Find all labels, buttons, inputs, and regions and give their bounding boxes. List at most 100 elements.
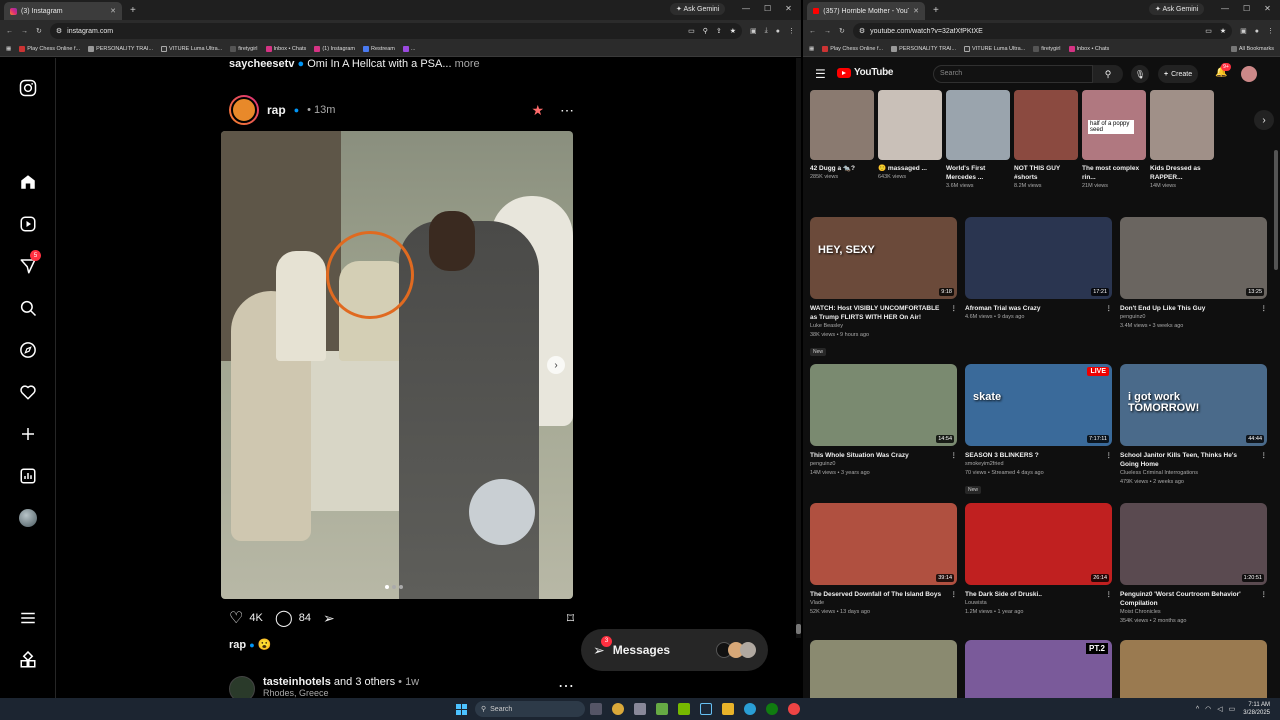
also-from-meta-icon[interactable] [18, 650, 38, 670]
wifi-icon[interactable]: ◠ [1205, 705, 1211, 713]
video-options-icon[interactable]: ⋮ [1106, 451, 1113, 460]
channel-name[interactable]: Vlade [810, 599, 957, 608]
post-options-icon[interactable]: ⋯ [558, 676, 574, 696]
video-options-icon[interactable]: ⋮ [1261, 304, 1268, 313]
short-title[interactable]: 🙂 massaged ... [878, 164, 942, 173]
short-thumbnail[interactable]: half of a poppy seed [1082, 90, 1146, 160]
video-card[interactable]: 39:14 The Deserved Downfall of The Island… [810, 503, 957, 626]
all-bookmarks[interactable]: All Bookmarks [1230, 46, 1274, 52]
tray-chevron-icon[interactable]: ^ [1196, 706, 1199, 713]
short-thumbnail[interactable] [878, 90, 942, 160]
video-title[interactable]: School Janitor Kills Teen, Thinks He's G… [1120, 451, 1267, 469]
video-options-icon[interactable]: ⋮ [1261, 451, 1268, 460]
video-card[interactable]: PT.2 [965, 640, 1112, 698]
clock[interactable]: 7:11 AM 3/28/2025 [1243, 701, 1270, 717]
channel-name[interactable]: penguinz0 [1120, 313, 1267, 322]
post-options-icon[interactable]: ⋯ [560, 102, 574, 119]
video-card[interactable]: HEY, SEXY 9:18 WATCH: Host VISIBLY UNCOMFO… [810, 217, 957, 358]
bookmark-item[interactable]: PERSONALITY TRAI... [88, 46, 153, 52]
shorts-next-arrow-icon[interactable]: › [1254, 110, 1274, 130]
explore-icon[interactable] [18, 340, 38, 360]
profile-icon[interactable]: ● [776, 28, 780, 35]
maximize-icon[interactable]: ☐ [1243, 4, 1250, 13]
channel-name[interactable]: smokeyim2fried [965, 460, 1112, 469]
video-title[interactable]: This Whole Situation Was Crazy ⋮ [810, 451, 957, 460]
reload-icon[interactable]: ↻ [839, 27, 845, 35]
video-card[interactable]: 14:54 This Whole Situation Was Crazy ⋮ peng… [810, 364, 957, 496]
more-menu-icon[interactable] [18, 608, 38, 628]
video-card[interactable]: skate LIVE 7:17:11 SEASON 3 BLINKERS ? ⋮ smok… [965, 364, 1112, 496]
taskbar-search[interactable]: ⚲ Search [475, 701, 585, 717]
direct-messages-icon[interactable]: 5 [18, 250, 41, 276]
short-thumbnail[interactable] [946, 90, 1010, 160]
close-window-icon[interactable]: ✕ [785, 4, 792, 13]
video-card[interactable]: 1:20:51 Penguinz0 'Worst Courtroom Behavi… [1120, 503, 1267, 626]
post-username[interactable]: rap [267, 103, 286, 117]
share-icon[interactable]: ⇪ [716, 27, 722, 35]
video-options-icon[interactable]: ⋮ [951, 304, 958, 313]
video-thumbnail[interactable]: 26:14 [965, 503, 1112, 585]
nvidia-icon[interactable] [678, 703, 690, 715]
apps-icon[interactable]: ▦ [809, 46, 814, 52]
url-field[interactable]: ⚙ instagram.com ▭ ⚲ ⇪ ★ [49, 23, 743, 39]
chrome-icon[interactable] [612, 703, 624, 715]
caption-username[interactable]: rap [229, 639, 246, 651]
video-title[interactable]: The Dark Side of Druski.. ⋮ [965, 590, 1112, 599]
notifications-bell-icon[interactable]: 🔔 9+ [1215, 63, 1231, 78]
ask-gemini-button[interactable]: ✦ Ask Gemini [670, 3, 726, 15]
video-thumbnail[interactable]: 1:20:51 [1120, 503, 1267, 585]
settings-icon[interactable] [634, 703, 646, 715]
video-thumbnail[interactable] [1120, 640, 1267, 698]
search-icon[interactable] [18, 298, 38, 318]
video-card[interactable]: 26:14 The Dark Side of Druski.. ⋮ Louwista 1… [965, 503, 1112, 626]
steam-icon[interactable] [700, 703, 712, 715]
prev-post-username[interactable]: saycheesetv [229, 58, 294, 70]
file-explorer-icon[interactable] [722, 703, 734, 715]
bookmark-item[interactable]: VITURE Luma Ultra... [964, 46, 1025, 52]
zoom-icon[interactable]: ⚲ [703, 27, 708, 35]
site-info-icon[interactable]: ⚙ [56, 27, 62, 35]
bookmark-item[interactable]: Inbox • Chats [1068, 46, 1109, 52]
video-thumbnail[interactable] [810, 640, 957, 698]
video-options-icon[interactable]: ⋮ [1106, 304, 1113, 313]
more-link[interactable]: more [455, 58, 480, 70]
video-thumbnail[interactable]: i got work TOMORROW! 44:44 [1120, 364, 1267, 446]
new-tab-button[interactable]: + [130, 5, 136, 16]
forward-icon[interactable]: → [824, 28, 831, 35]
short-title[interactable]: NOT THIS GUY #shorts [1014, 164, 1078, 182]
next-post-others[interactable]: and 3 others [334, 676, 395, 688]
scrollbar[interactable] [1274, 150, 1278, 270]
favorite-star-icon[interactable]: ★ [531, 102, 544, 119]
youtube-logo[interactable]: YouTube [837, 67, 894, 78]
bookmark-item[interactable]: Restream [363, 46, 395, 52]
xbox-icon[interactable] [766, 703, 778, 715]
apps-icon[interactable]: ▦ [6, 46, 11, 52]
hamburger-menu-icon[interactable]: ☰ [815, 67, 826, 81]
home-icon[interactable] [18, 172, 38, 192]
bookmark-star-icon[interactable]: ★ [1220, 27, 1226, 35]
video-title[interactable]: Don't End Up Like This Guy ⋮ [1120, 304, 1267, 313]
account-avatar[interactable] [1241, 66, 1257, 82]
video-options-icon[interactable]: ⋮ [1106, 590, 1113, 599]
video-title[interactable]: WATCH: Host VISIBLY UNCOMFORTABLE as Tru… [810, 304, 957, 322]
video-thumbnail[interactable]: 17:21 [965, 217, 1112, 299]
app-icon[interactable] [656, 703, 668, 715]
forward-icon[interactable]: → [21, 28, 28, 35]
channel-name[interactable]: Louwista [965, 599, 1112, 608]
instagram-logo-icon[interactable] [18, 78, 38, 98]
task-view-icon[interactable] [590, 703, 602, 715]
short-title[interactable]: Kids Dressed as RAPPER... [1150, 164, 1214, 182]
back-icon[interactable]: ← [6, 28, 13, 35]
bookmark-item[interactable]: firetygirl [230, 46, 258, 52]
create-button[interactable]: + Create [1158, 65, 1199, 83]
short-thumbnail[interactable] [810, 90, 874, 160]
extensions-icon[interactable]: ▣ [750, 27, 757, 35]
save-bookmark-icon[interactable]: ⌑ [567, 610, 574, 627]
search-button[interactable]: ⚲ [1093, 65, 1123, 83]
site-info-icon[interactable]: ⚙ [859, 27, 865, 35]
short-title[interactable]: The most complex rin... [1082, 164, 1146, 182]
cast-icon[interactable]: ▭ [1205, 27, 1212, 35]
close-window-icon[interactable]: ✕ [1264, 4, 1271, 13]
tab-instagram[interactable]: (3) Instagram ✕ [4, 2, 122, 20]
short-thumbnail[interactable] [1150, 90, 1214, 160]
